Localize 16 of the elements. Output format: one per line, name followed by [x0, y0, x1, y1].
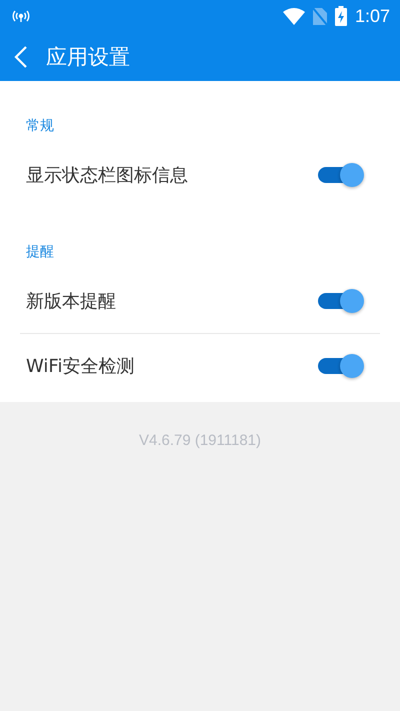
section-header: 提醒: [25, 244, 54, 260]
setting-label: WiFi安全检测: [26, 355, 134, 378]
screen-title: 应用设置: [46, 44, 130, 70]
version-text: V4.6.79 (1911181): [138, 432, 262, 449]
toggle-switch[interactable]: [318, 353, 364, 379]
setting-label: 新版本提醒: [26, 290, 116, 313]
section-header: 常规: [25, 118, 54, 134]
toggle-switch[interactable]: [318, 288, 364, 314]
battery-charging-icon: [334, 6, 347, 26]
status-time: 1:07: [354, 6, 390, 26]
wifi-icon: [282, 8, 305, 24]
setting-label: 显示状态栏图标信息: [26, 164, 188, 187]
back-icon[interactable]: [14, 44, 28, 68]
no-sim-icon: [312, 8, 327, 24]
hotspot-icon: [12, 9, 30, 23]
toggle-switch[interactable]: [318, 162, 364, 188]
